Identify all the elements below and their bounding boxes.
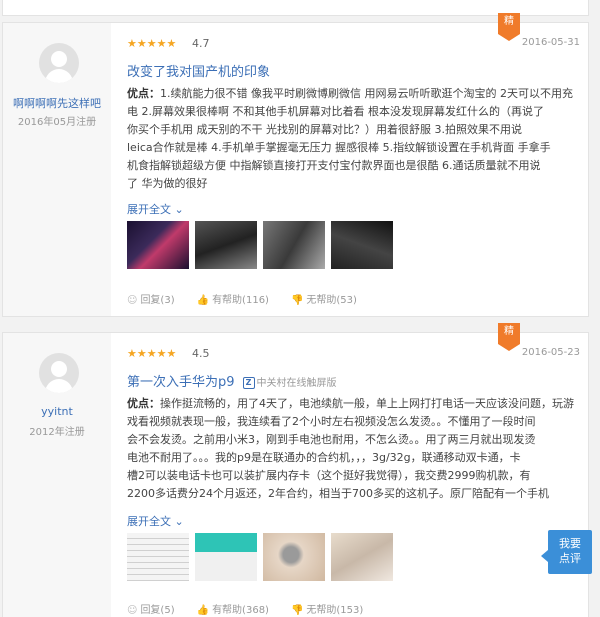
- review-card: yyitnt 2012年注册 ★★★★★ 4.5 精 2016-05-23 第一…: [2, 323, 589, 617]
- review-card: 啊啊啊啊先这样吧 2016年05月注册 ★★★★★ 4.7 精 2016-05-…: [2, 13, 589, 317]
- pros-line: 会不会发烫。之前用小米3，刚到手电池也耐用，不怎么烫。。用了两三月就出现发烫: [127, 433, 536, 446]
- review-date: 2016-05-31: [521, 37, 580, 48]
- reply-button[interactable]: ☺ 回复(3): [127, 291, 175, 306]
- chevron-down-icon: ⌄: [174, 203, 184, 216]
- user-registered: 2012年注册: [29, 427, 85, 438]
- photo-strip: [127, 533, 393, 581]
- pros-line: 戏看视频就表现一般，我连续看了2个小时左右视频没怎么发烫。。不懂用了一段时间: [127, 415, 536, 428]
- expand-button[interactable]: 展开全文 ⌄: [127, 201, 184, 217]
- pros-line: 槽2可以装电话卡也可以装扩展内存卡（这个挺好我觉得），我交费2999购机款，有: [127, 469, 531, 482]
- zol-logo-icon: Z: [242, 377, 255, 389]
- pros-line: 机食指解锁超级方便 中指解锁直接打开支付宝付款界面也是很酷 6.通话质量就不用说: [127, 159, 541, 172]
- photo-thumbnail[interactable]: [263, 221, 325, 269]
- useful-button[interactable]: 👍 有帮助(368): [197, 601, 269, 616]
- photo-thumbnail[interactable]: [195, 221, 257, 269]
- reply-button[interactable]: ☺ 回复(5): [127, 601, 175, 616]
- thumbs-down-icon: 👎: [290, 295, 304, 306]
- pros-line: 电池不耐用了。。。我的p9是在联通办的合约机，，，3g/32g，联通移动双卡通，…: [127, 451, 521, 464]
- featured-badge: 精: [498, 13, 520, 41]
- photo-thumbnail[interactable]: [127, 533, 189, 581]
- star-rating: ★★★★★: [127, 347, 177, 360]
- pros-line: 操作挺流畅的，用了4天了，电池续航一般，单上上网打打电话一天应该没问题，玩游: [160, 397, 574, 410]
- photo-thumbnail[interactable]: [331, 533, 393, 581]
- user-panel: yyitnt 2012年注册: [3, 333, 111, 617]
- review-date: 2016-05-23: [521, 347, 580, 358]
- write-review-button[interactable]: 我要 点评: [541, 530, 592, 574]
- score: 4.5: [192, 347, 210, 360]
- expand-button[interactable]: 展开全文 ⌄: [127, 513, 184, 529]
- avatar[interactable]: [39, 353, 79, 393]
- review-content: ★★★★★ 4.5 精 2016-05-23 第一次入手华为p9 Z 中关村在线触屏…: [125, 323, 580, 617]
- photo-thumbnail[interactable]: [331, 221, 393, 269]
- pros-text: 优点：1.续航能力很不错 像我平时刷微博刷微信 用网易云听听歌逛个淘宝的 2天可…: [127, 85, 575, 193]
- photo-thumbnail[interactable]: [195, 533, 257, 581]
- useless-button[interactable]: 👎 无帮助(53): [291, 291, 357, 306]
- review-title-text[interactable]: 第一次入手华为p9: [127, 375, 235, 390]
- pros-text: 优点：操作挺流畅的，用了4天了，电池续航一般，单上上网打打电话一天应该没问题，玩…: [127, 395, 575, 503]
- pros-line: leica合作就是棒 4.手机单手掌握毫无压力 握感很棒 5.指纹解锁设置在手机…: [127, 141, 551, 154]
- review-actions: ☺ 回复(3) 👍 有帮助(116) 👎 无帮助(53): [127, 291, 357, 306]
- thumbs-up-icon: 👍: [196, 295, 210, 306]
- pros-line: 电 2.屏幕效果很棒啊 不和其他手机屏幕对比着看 根本没发现屏幕发红什么的（再说…: [127, 105, 544, 118]
- photo-strip: [127, 221, 393, 269]
- write-review-label: 我要: [559, 537, 581, 550]
- featured-badge: 精: [498, 323, 520, 351]
- useless-button[interactable]: 👎 无帮助(153): [291, 601, 363, 616]
- photo-thumbnail[interactable]: [263, 533, 325, 581]
- score: 4.7: [192, 37, 210, 50]
- review-content: ★★★★★ 4.7 精 2016-05-31 改变了我对国产机的印象 优点：1.…: [125, 13, 580, 316]
- pros-label: 优点：: [127, 397, 160, 410]
- pros-label: 优点：: [127, 87, 160, 100]
- comment-icon: ☺: [127, 605, 138, 616]
- review-source: 中关村在线触屏版: [256, 378, 337, 389]
- user-registered: 2016年05月注册: [17, 117, 97, 128]
- chevron-down-icon: ⌄: [174, 515, 184, 528]
- review-title[interactable]: 第一次入手华为p9 Z 中关村在线触屏版: [127, 371, 337, 390]
- photo-thumbnail[interactable]: [127, 221, 189, 269]
- user-name[interactable]: 啊啊啊啊先这样吧: [3, 95, 111, 111]
- write-review-label: 点评: [559, 552, 581, 565]
- pros-line: 2200多话费分24个月返还，2年合约，相当于700多买的这机子。原厂陪配有一个…: [127, 487, 549, 500]
- thumbs-down-icon: 👎: [290, 605, 304, 616]
- thumbs-up-icon: 👍: [196, 605, 210, 616]
- comment-icon: ☺: [127, 295, 138, 306]
- review-actions: ☺ 回复(5) 👍 有帮助(368) 👎 无帮助(153): [127, 601, 363, 616]
- avatar[interactable]: [39, 43, 79, 83]
- useful-button[interactable]: 👍 有帮助(116): [197, 291, 269, 306]
- pros-line: 了 华为做的很好: [127, 177, 208, 190]
- review-title[interactable]: 改变了我对国产机的印象: [127, 61, 270, 80]
- pros-line: 你买个手机用 成天别的不干 光找别的屏幕对比？）用着很舒服 3.拍照效果不用说: [127, 123, 522, 136]
- pros-line: 1.续航能力很不错 像我平时刷微博刷微信 用网易云听听歌逛个淘宝的 2天可以不用…: [160, 87, 573, 100]
- user-panel: 啊啊啊啊先这样吧 2016年05月注册: [3, 23, 111, 316]
- user-name[interactable]: yyitnt: [3, 405, 111, 418]
- star-rating: ★★★★★: [127, 37, 177, 50]
